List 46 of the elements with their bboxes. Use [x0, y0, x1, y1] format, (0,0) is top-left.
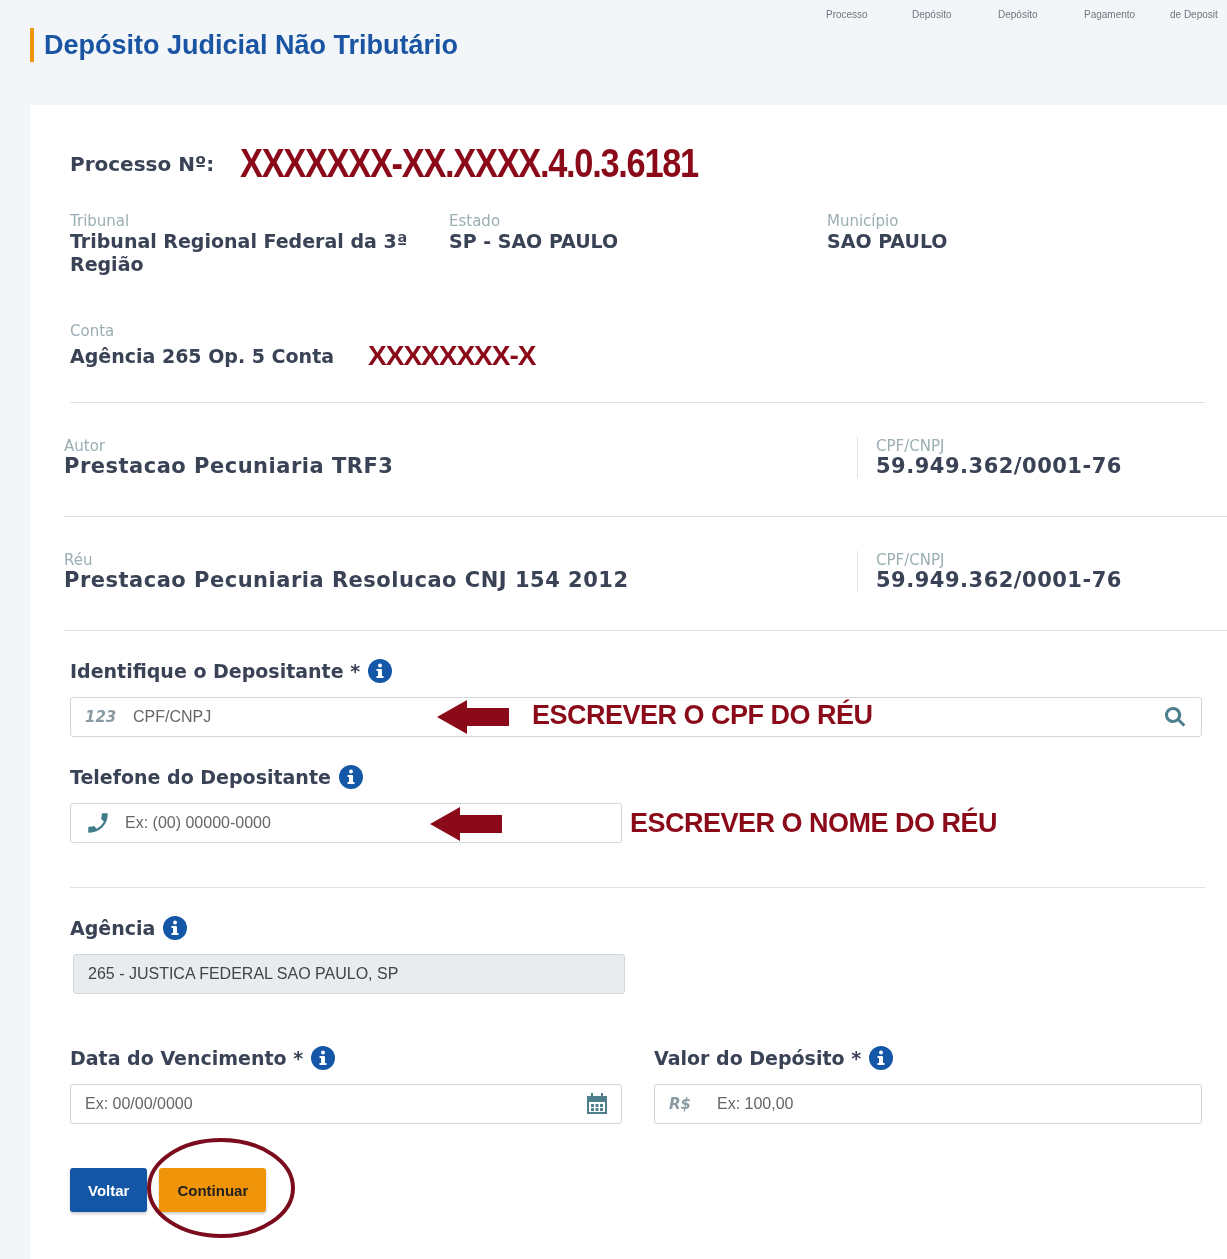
field-label: Telefone do Depositante [70, 766, 331, 788]
party-label: Réu [64, 551, 94, 569]
info-icon[interactable] [368, 659, 393, 683]
detail-label: Tribunal [70, 212, 131, 230]
account-value: Agência 265 Op. 5 Conta [70, 344, 336, 368]
annotation-text: ESCREVER O NOME DO RÉU [630, 808, 998, 839]
annotation-text: ESCREVER O CPF DO RÉU [532, 700, 873, 731]
amount-field[interactable]: R$ Ex: 100,00 [654, 1084, 1202, 1124]
amount-input[interactable]: Ex: 100,00 [703, 1085, 1201, 1123]
detail-value: SP - SAO PAULO [449, 230, 620, 253]
document-number: 59.949.362/0001-76 [876, 455, 1123, 478]
process-number: XXXXXXX-XX.XXXX.4.0.3.6181 [240, 141, 699, 186]
document-label: CPF/CNPJ [876, 551, 946, 569]
page-title: Depósito Judicial Não Tributário [30, 28, 459, 62]
phone-icon [85, 810, 111, 836]
continue-button[interactable]: Continuar [159, 1168, 267, 1212]
document-label: CPF/CNPJ [876, 437, 946, 455]
party-name: Prestacao Pecuniaria TRF3 [64, 455, 395, 478]
step-label[interactable]: Depósito [998, 9, 1084, 20]
step-label[interactable]: Pagamento [1084, 9, 1170, 20]
field-label: Data do Vencimento * [70, 1047, 304, 1069]
info-icon[interactable] [338, 765, 363, 789]
process-label: Processo Nº: [70, 151, 215, 176]
document-number: 59.949.362/0001-76 [876, 569, 1123, 592]
party-name: Prestacao Pecuniaria Resolucao CNJ 154 2012 [64, 569, 630, 592]
arrow-icon [437, 700, 509, 734]
account-label: Conta [70, 322, 116, 340]
field-label: Valor do Depósito * [654, 1047, 862, 1069]
detail-label: Município [827, 212, 900, 230]
account-number: XXXXXXXX-X [368, 340, 536, 372]
search-icon[interactable] [1163, 705, 1187, 729]
detail-value: Tribunal Regional Federal da 3ª Região [70, 230, 409, 276]
step-label[interactable]: Depósito [912, 9, 998, 20]
info-icon[interactable] [163, 916, 188, 940]
detail-value: SAO PAULO [827, 230, 949, 253]
info-icon[interactable] [311, 1046, 336, 1070]
calendar-icon[interactable] [585, 1092, 609, 1116]
step-label[interactable]: de Deposit [1170, 9, 1227, 20]
step-label[interactable]: Processo [826, 9, 912, 20]
field-label: Agência [70, 917, 156, 939]
arrow-icon [430, 807, 502, 841]
party-label: Autor [64, 437, 106, 455]
back-button[interactable]: Voltar [70, 1168, 148, 1212]
detail-label: Estado [449, 212, 502, 230]
field-label: Identifique o Depositante * [70, 660, 361, 682]
info-icon[interactable] [869, 1046, 894, 1070]
